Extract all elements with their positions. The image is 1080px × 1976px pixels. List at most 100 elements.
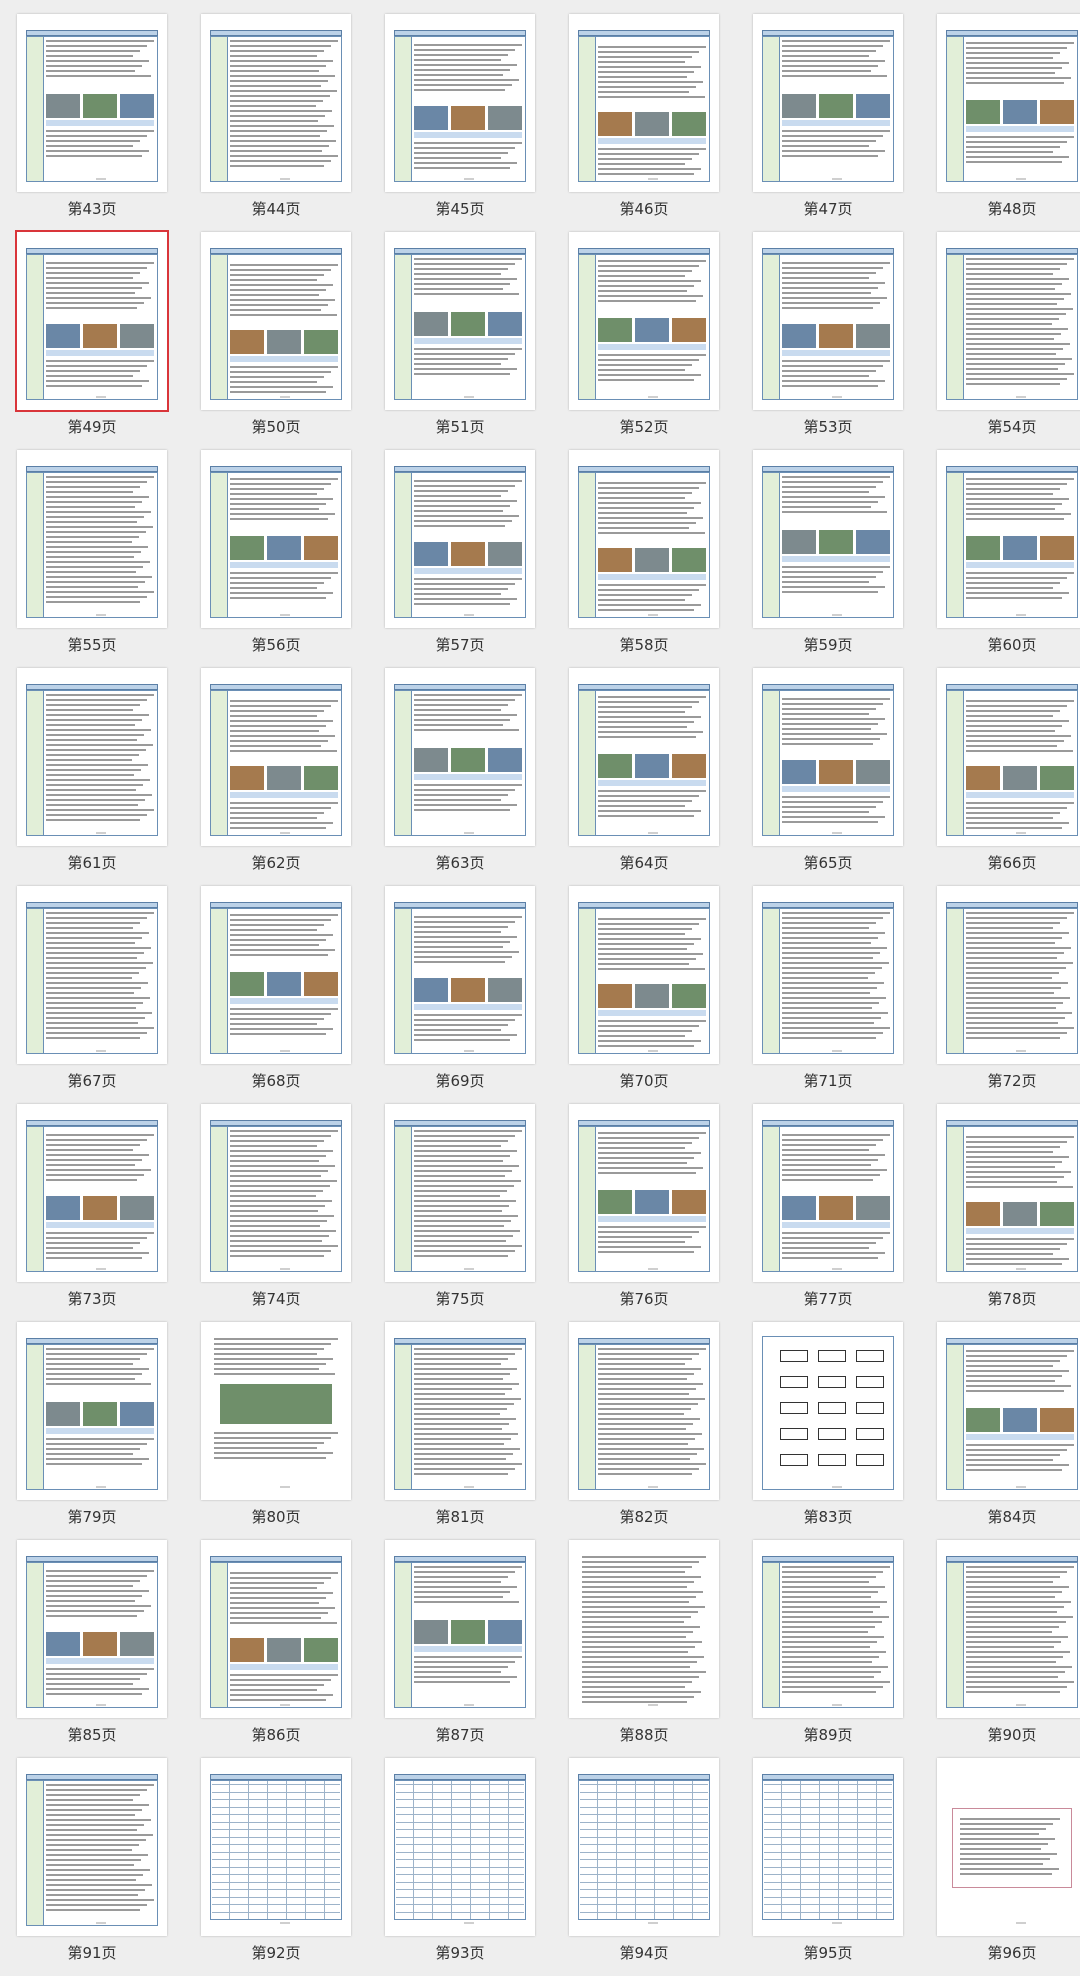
page-thumbnail[interactable]: 第75页 <box>368 1104 552 1322</box>
page-thumbnail[interactable]: 第74页 <box>184 1104 368 1322</box>
page-preview[interactable] <box>385 668 535 846</box>
page-thumbnail[interactable]: 第93页 <box>368 1758 552 1976</box>
page-thumbnail[interactable]: 第81页 <box>368 1322 552 1540</box>
page-preview[interactable] <box>569 668 719 846</box>
page-thumbnail[interactable]: 第71页 <box>736 886 920 1104</box>
page-preview[interactable] <box>201 1104 351 1282</box>
page-preview[interactable] <box>569 14 719 192</box>
page-thumbnail[interactable]: 第44页 <box>184 14 368 232</box>
page-preview[interactable] <box>753 1104 903 1282</box>
page-thumbnail[interactable]: 第64页 <box>552 668 736 886</box>
page-preview[interactable] <box>17 1104 167 1282</box>
page-preview[interactable] <box>753 1540 903 1718</box>
page-preview[interactable] <box>201 1322 351 1500</box>
page-thumbnail[interactable]: 第53页 <box>736 232 920 450</box>
page-preview[interactable] <box>753 14 903 192</box>
page-thumbnail[interactable]: 第69页 <box>368 886 552 1104</box>
page-thumbnail[interactable]: 第51页 <box>368 232 552 450</box>
page-preview[interactable] <box>17 1322 167 1500</box>
page-thumbnail[interactable]: 第85页 <box>0 1540 184 1758</box>
page-thumbnail[interactable]: 第86页 <box>184 1540 368 1758</box>
page-thumbnail[interactable]: 第61页 <box>0 668 184 886</box>
page-thumbnail[interactable]: 第48页 <box>920 14 1080 232</box>
page-thumbnail[interactable]: 第43页 <box>0 14 184 232</box>
page-thumbnail[interactable]: 第56页 <box>184 450 368 668</box>
page-preview[interactable] <box>17 1758 167 1936</box>
page-preview[interactable] <box>569 1104 719 1282</box>
page-thumbnail[interactable]: 第45页 <box>368 14 552 232</box>
page-preview[interactable] <box>753 232 903 410</box>
page-preview[interactable] <box>937 1540 1080 1718</box>
page-preview[interactable] <box>937 232 1080 410</box>
page-thumbnail[interactable]: 第66页 <box>920 668 1080 886</box>
page-preview[interactable] <box>385 14 535 192</box>
page-thumbnail[interactable]: 第47页 <box>736 14 920 232</box>
page-thumbnail[interactable]: 第80页 <box>184 1322 368 1540</box>
page-thumbnail[interactable]: 第88页 <box>552 1540 736 1758</box>
page-preview[interactable] <box>937 668 1080 846</box>
page-thumbnail[interactable]: 第89页 <box>736 1540 920 1758</box>
page-thumbnail[interactable]: 第54页 <box>920 232 1080 450</box>
page-preview[interactable] <box>201 232 351 410</box>
page-thumbnail[interactable]: 第50页 <box>184 232 368 450</box>
page-preview[interactable] <box>201 14 351 192</box>
page-preview[interactable] <box>17 1540 167 1718</box>
page-preview[interactable] <box>937 1758 1080 1936</box>
page-preview[interactable] <box>753 1758 903 1936</box>
page-thumbnail[interactable]: 第57页 <box>368 450 552 668</box>
page-thumbnail[interactable]: 第96页 <box>920 1758 1080 1976</box>
page-thumbnail[interactable]: 第91页 <box>0 1758 184 1976</box>
page-preview[interactable] <box>201 450 351 628</box>
page-thumbnail[interactable]: 第90页 <box>920 1540 1080 1758</box>
page-preview[interactable] <box>385 1322 535 1500</box>
page-preview[interactable] <box>201 886 351 1064</box>
page-preview[interactable] <box>753 668 903 846</box>
page-preview[interactable] <box>753 450 903 628</box>
page-preview[interactable] <box>937 1104 1080 1282</box>
page-preview[interactable] <box>201 1540 351 1718</box>
page-thumbnail[interactable]: 第83页 <box>736 1322 920 1540</box>
page-preview[interactable] <box>937 450 1080 628</box>
page-thumbnail[interactable]: 第55页 <box>0 450 184 668</box>
page-thumbnail[interactable]: 第72页 <box>920 886 1080 1104</box>
page-preview[interactable] <box>385 450 535 628</box>
page-thumbnail[interactable]: 第77页 <box>736 1104 920 1322</box>
page-thumbnail[interactable]: 第95页 <box>736 1758 920 1976</box>
page-preview[interactable] <box>385 232 535 410</box>
page-thumbnail[interactable]: 第73页 <box>0 1104 184 1322</box>
page-thumbnail[interactable]: 第78页 <box>920 1104 1080 1322</box>
page-thumbnail[interactable]: 第58页 <box>552 450 736 668</box>
page-thumbnail[interactable]: 第92页 <box>184 1758 368 1976</box>
page-preview[interactable] <box>15 230 169 412</box>
page-preview[interactable] <box>753 886 903 1064</box>
page-preview[interactable] <box>753 1322 903 1500</box>
page-thumbnail[interactable]: 第65页 <box>736 668 920 886</box>
page-preview[interactable] <box>17 886 167 1064</box>
page-preview[interactable] <box>201 1758 351 1936</box>
page-preview[interactable] <box>201 668 351 846</box>
page-preview[interactable] <box>17 14 167 192</box>
page-thumbnail[interactable]: 第94页 <box>552 1758 736 1976</box>
page-thumbnail[interactable]: 第46页 <box>552 14 736 232</box>
page-preview[interactable] <box>569 232 719 410</box>
page-thumbnail[interactable]: 第67页 <box>0 886 184 1104</box>
page-preview[interactable] <box>569 1758 719 1936</box>
page-preview[interactable] <box>569 1322 719 1500</box>
page-preview[interactable] <box>569 450 719 628</box>
page-preview[interactable] <box>17 668 167 846</box>
page-preview[interactable] <box>385 1540 535 1718</box>
page-thumbnail[interactable]: 第60页 <box>920 450 1080 668</box>
page-thumbnail[interactable]: 第84页 <box>920 1322 1080 1540</box>
page-preview[interactable] <box>385 1758 535 1936</box>
page-thumbnail[interactable]: 第52页 <box>552 232 736 450</box>
page-preview[interactable] <box>385 886 535 1064</box>
page-thumbnail[interactable]: 第79页 <box>0 1322 184 1540</box>
page-thumbnail[interactable]: 第68页 <box>184 886 368 1104</box>
page-thumbnail[interactable]: 第76页 <box>552 1104 736 1322</box>
page-preview[interactable] <box>937 1322 1080 1500</box>
page-thumbnail[interactable]: 第59页 <box>736 450 920 668</box>
page-preview[interactable] <box>937 14 1080 192</box>
page-preview[interactable] <box>569 1540 719 1718</box>
page-preview[interactable] <box>569 886 719 1064</box>
page-thumbnail[interactable]: 第63页 <box>368 668 552 886</box>
